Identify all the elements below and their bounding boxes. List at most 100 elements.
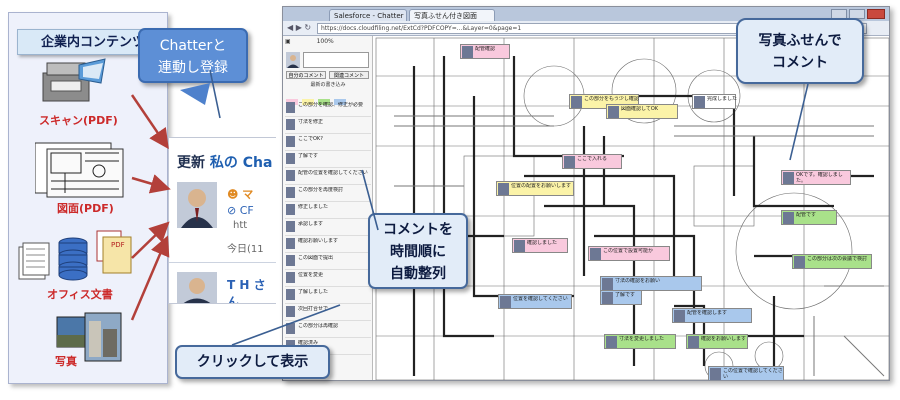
feed-heading: 更新 私の Cha <box>177 152 272 172</box>
comment-text: 了解しました <box>298 289 329 295</box>
close-icon[interactable] <box>867 9 885 19</box>
post-link[interactable]: htt <box>233 220 247 231</box>
comment-row[interactable]: 了解しました <box>285 287 371 304</box>
sticky-note[interactable]: 了解です <box>600 290 642 305</box>
comment-text: この部分を確認、修正が必要 <box>298 102 364 108</box>
avatar <box>177 182 217 228</box>
chatter-sync-callout: Chatterと 連動し登録 <box>138 28 248 83</box>
print-icon[interactable]: ▣ <box>285 38 291 45</box>
drawing-canvas[interactable]: 配管確認 この部分をもう少し確認 図面確認してOK 完成しました ここで入れる OKです。… <box>374 36 889 380</box>
avatar <box>688 336 699 348</box>
avatar <box>286 170 295 181</box>
sticky-note[interactable]: 位置の配置をお願いします <box>496 181 574 196</box>
comment-row[interactable]: 修正しました <box>285 202 371 219</box>
avatar <box>571 96 582 108</box>
tab-drawing[interactable]: 写真ふせん付き図面 <box>409 9 495 21</box>
sticky-note[interactable]: 確認をお願いします <box>686 334 748 349</box>
avatar <box>286 102 295 113</box>
comment-row[interactable]: 寸法を修正 <box>285 117 371 134</box>
svg-text:PDF: PDF <box>111 241 125 249</box>
comment-row[interactable]: 承認します <box>285 219 371 236</box>
sticky-note[interactable]: 確認しました <box>512 238 568 253</box>
sticky-note[interactable]: 配管確認 <box>460 44 510 59</box>
sticky-note[interactable]: 配管を確認します <box>672 308 752 323</box>
sticky-note[interactable]: 配管です <box>781 210 837 225</box>
sticky-note[interactable]: 寸法の確認をお願い <box>600 276 702 291</box>
feed-heading-prefix: 更新 <box>177 155 205 171</box>
comment-input[interactable] <box>303 52 369 68</box>
sticky-note[interactable]: 完成しました <box>692 94 737 109</box>
color-filter[interactable] <box>286 90 370 105</box>
post-author[interactable]: ☻ マ <box>227 186 253 202</box>
comment-row[interactable]: ここでOK? <box>285 134 371 151</box>
avatar <box>602 292 613 304</box>
comment-text: 承認します <box>298 221 324 227</box>
related-comments-button[interactable]: 関連コメント <box>329 71 369 79</box>
comment-row[interactable]: この図面で提出 <box>285 253 371 270</box>
sticky-note[interactable]: この部分は次の会議で検討 <box>792 254 872 269</box>
comment-row[interactable]: この部分は再確認 <box>285 321 371 338</box>
drawing-label: 図面(PDF) <box>57 202 114 215</box>
my-comments-button[interactable]: 自分のコメント <box>286 71 326 79</box>
comment-row[interactable]: 位置を変更 <box>285 270 371 287</box>
sticky-note-text: 完成しました <box>707 96 737 102</box>
zoom-level[interactable]: 100% <box>317 38 334 45</box>
post-attachment-name: CF <box>239 204 254 217</box>
scan-label: スキャン(PDF) <box>39 114 118 127</box>
tab-chatter[interactable]: Salesforce - Chatter <box>329 9 407 21</box>
comment-row[interactable]: 了解です <box>285 151 371 168</box>
avatar <box>462 46 473 58</box>
comment-text: この図面で提出 <box>298 255 334 261</box>
comment-text: 了解です <box>298 153 319 159</box>
avatar <box>286 204 295 215</box>
avatar <box>500 296 511 308</box>
sticky-note[interactable]: この位置で設置可能か <box>588 246 670 261</box>
comment-row[interactable]: この部分を再度検討 <box>285 185 371 202</box>
avatar <box>794 256 805 268</box>
avatar <box>602 278 613 290</box>
sticky-note[interactable]: 位置を確認してください <box>498 294 572 309</box>
avatar <box>710 368 721 380</box>
avatar <box>286 221 295 232</box>
avatar <box>286 238 295 249</box>
sticky-note-text: ここで入れる <box>577 156 608 162</box>
comment-text: 修正しました <box>298 204 329 210</box>
comment-text: この部分は再確認 <box>298 323 339 329</box>
post-author-name: マ <box>242 188 254 201</box>
comment-row[interactable]: この部分を確認、修正が必要 <box>285 100 371 117</box>
photo-label: 写真 <box>55 355 77 368</box>
sidebar-label: 最新の書き込み <box>310 82 346 88</box>
sticky-note[interactable]: 寸法を変更しました <box>604 334 676 349</box>
comment-text: 確認お願いします <box>298 238 339 244</box>
avatar <box>590 248 601 260</box>
comment-text: この部分を再度検討 <box>298 187 344 193</box>
comment-row[interactable]: 配管の位置を確認してください <box>285 168 371 185</box>
avatar <box>564 156 575 168</box>
photo-sticky-text: 写真ふせんで コメント <box>758 33 842 71</box>
avatar <box>694 96 705 108</box>
sticky-note[interactable]: ここで入れる <box>562 154 622 169</box>
avatar <box>286 119 295 130</box>
comment-row[interactable]: 次回打合せで <box>285 304 371 321</box>
avatar <box>498 183 509 195</box>
nav-icons[interactable]: ◀ ▶ ↻ <box>287 23 311 32</box>
drawing-icon <box>35 142 124 198</box>
avatar <box>514 240 525 252</box>
comment-text: 次回打合せで <box>298 306 329 312</box>
comment-row[interactable]: 確認お願いします <box>285 236 371 253</box>
post-attachment[interactable]: ⊘ CF <box>227 204 254 217</box>
zoom-toolbar: ▣ 100% <box>285 38 371 50</box>
sticky-note-text: OKです。確認しました。 <box>796 172 843 184</box>
sticky-note[interactable]: OKです。確認しました。 <box>781 170 851 185</box>
post-author-2[interactable]: T H さん <box>227 276 276 303</box>
comment-text: 位置を変更 <box>298 272 324 278</box>
sticky-note-text: 配管を確認します <box>687 310 728 316</box>
sticky-note-text: 位置を確認してください <box>513 296 568 302</box>
comment-list: この部分を確認、修正が必要寸法を修正ここでOK? 了解です配管の位置を確認してくだ… <box>285 100 371 355</box>
post-timestamp: 今日(11 <box>227 244 264 255</box>
sticky-note[interactable]: この位置で確認してください <box>708 366 784 380</box>
sticky-note[interactable]: 図面確認してOK <box>606 104 678 119</box>
comment-text: ここでOK? <box>298 136 323 142</box>
sticky-note-text: 了解です <box>615 292 636 298</box>
avatar <box>286 153 295 164</box>
